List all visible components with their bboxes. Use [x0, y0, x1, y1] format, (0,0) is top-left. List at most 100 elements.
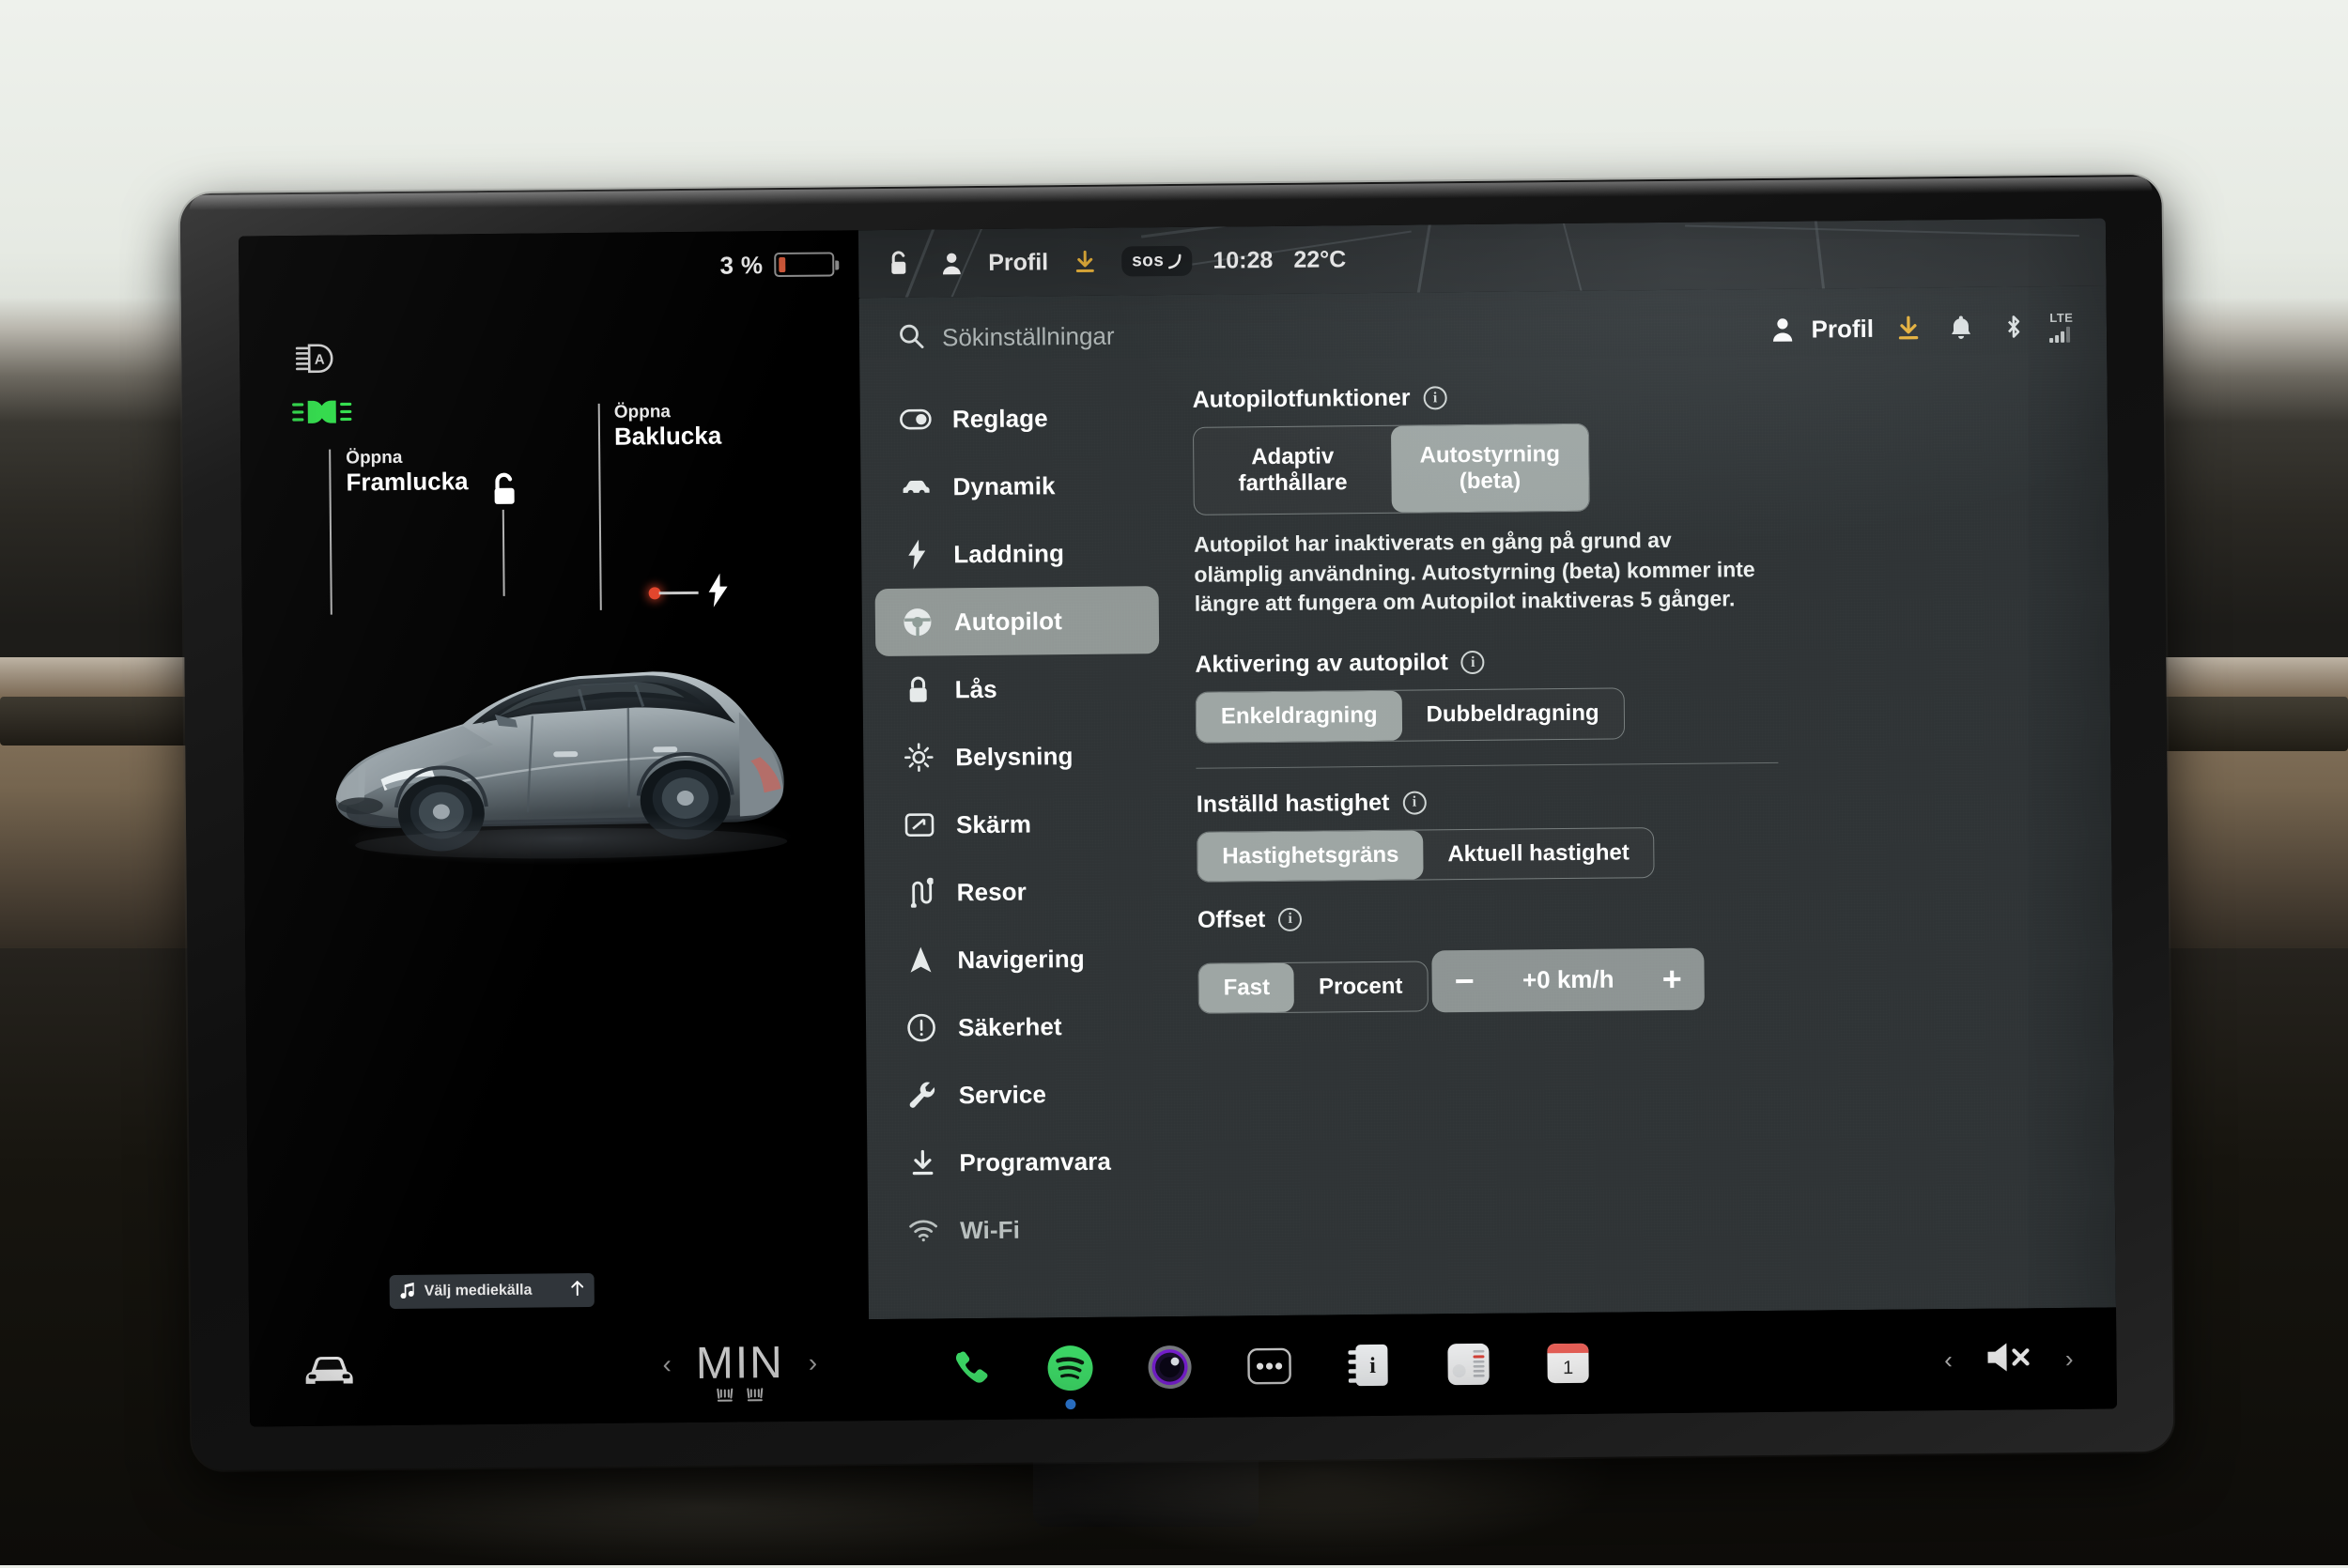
more-icon[interactable] [1243, 1340, 1296, 1393]
battery-icon [774, 252, 834, 277]
sidebar-item-label: Skärm [956, 809, 1031, 839]
unlock-icon[interactable] [487, 470, 521, 515]
settings-panel[interactable]: Sökinställningar Profil [859, 285, 2116, 1319]
arrow-up-icon[interactable] [570, 1280, 585, 1301]
sidebar-item-laddning[interactable]: Laddning [874, 518, 1159, 589]
info-icon[interactable]: i [1402, 791, 1426, 814]
profile-button[interactable]: Profil [1764, 311, 1874, 347]
bolt-icon [901, 538, 933, 570]
auto-highbeam-icon: A [294, 343, 343, 375]
sidebar-item-label: Dynamik [952, 471, 1055, 501]
settings-sidebar[interactable]: Reglage Dynamik [859, 376, 1179, 1319]
trunk-pin-action: Öppna [614, 403, 721, 423]
sidebar-item-label: Programvara [959, 1146, 1111, 1177]
frunk-pin-action: Öppna [346, 448, 468, 469]
bell-icon[interactable] [1943, 310, 1979, 346]
option-hastighetsgrans[interactable]: Hastighetsgräns [1197, 830, 1424, 882]
section-title: Inställd hastighet [1197, 789, 1390, 818]
info-icon[interactable]: i [1423, 386, 1446, 409]
lte-signal-icon[interactable]: LTE [2048, 311, 2075, 343]
volume-control[interactable]: ‹ › [1944, 1308, 2074, 1410]
calendar-icon[interactable]: 1 [1541, 1337, 1595, 1391]
offset-segmented[interactable]: Fast Procent [1197, 961, 1428, 1014]
download-icon[interactable] [1069, 246, 1101, 278]
set-speed-segmented[interactable]: Hastighetsgräns Aktuell hastighet [1197, 827, 1655, 883]
list-app-icon[interactable] [1442, 1338, 1495, 1391]
car-controls-view[interactable]: A Öppna [239, 298, 869, 1325]
sos-button[interactable]: sos [1121, 246, 1193, 277]
seat-heater-row[interactable] [715, 1385, 765, 1407]
car-front-icon[interactable] [301, 1348, 356, 1395]
autopilot-warning-text: Autopilot har inaktiverats en gång på gr… [1194, 525, 1758, 620]
offset-value: +0 km/h [1522, 965, 1614, 995]
bluetooth-icon[interactable] [1996, 309, 2031, 345]
sidebar-item-label: Laddning [953, 539, 1064, 569]
option-aktuell-hastighet[interactable]: Aktuell hastighet [1423, 828, 1654, 880]
vehicle-illustration[interactable] [297, 608, 826, 885]
option-autostyrning-beta[interactable]: Autostyrning (beta) [1391, 424, 1589, 513]
option-adaptiv-farthallare[interactable]: Adaptiv farthållare [1194, 426, 1392, 515]
battery-percent-label: 3 % [719, 251, 763, 280]
search-input[interactable]: Sökinställningar [942, 315, 1748, 352]
sidebar-item-label: Service [959, 1080, 1047, 1110]
sidebar-item-label: Säkerhet [958, 1012, 1062, 1042]
section-title: Offset [1197, 906, 1266, 934]
sidebar-item-sakerhet[interactable]: Säkerhet [879, 992, 1164, 1062]
volume-mute-icon[interactable] [1985, 1339, 2033, 1379]
info-icon[interactable]: i [1461, 651, 1485, 674]
unlock-icon[interactable] [883, 248, 915, 280]
decrement-button[interactable]: − [1455, 964, 1475, 998]
spotify-icon[interactable] [1043, 1342, 1097, 1395]
lightning-bolt-icon[interactable] [705, 574, 730, 612]
media-source-bar[interactable]: Välj mediekälla [390, 1273, 595, 1309]
option-enkeldragning[interactable]: Enkeldragning [1197, 691, 1402, 742]
climate-control[interactable]: ‹ MIN › [662, 1337, 817, 1408]
sidebar-item-label: Wi-Fi [960, 1215, 1020, 1245]
seat-heater-icon[interactable] [745, 1385, 765, 1407]
screen-body: A Öppna [239, 285, 2116, 1325]
sidebar-item-programvara[interactable]: Programvara [880, 1127, 1165, 1197]
sidebar-item-autopilot[interactable]: Autopilot [875, 586, 1160, 656]
bottom-dock[interactable]: ‹ MIN › [249, 1307, 2117, 1426]
chevron-left-icon[interactable]: ‹ [1944, 1345, 1953, 1375]
download-icon[interactable] [1891, 310, 1926, 346]
sidebar-item-wifi[interactable]: Wi-Fi [881, 1194, 1166, 1265]
info-icon[interactable]: i [1278, 908, 1302, 931]
search-icon[interactable] [897, 321, 925, 354]
set-speed-header: Inställd hastighet i [1197, 782, 2074, 818]
chevron-right-icon[interactable]: › [2065, 1344, 2074, 1373]
seat-heater-icon[interactable] [715, 1386, 735, 1407]
person-icon[interactable] [935, 247, 967, 279]
tesla-touchscreen[interactable]: 3 % [239, 218, 2117, 1426]
sidebar-item-navigering[interactable]: Navigering [878, 924, 1163, 994]
sidebar-item-reglage[interactable]: Reglage [873, 383, 1158, 453]
profile-label[interactable]: Profil [988, 249, 1048, 277]
autopilot-activation-segmented[interactable]: Enkeldragning Dubbeldragning [1196, 688, 1625, 744]
chevron-left-icon[interactable]: ‹ [662, 1349, 672, 1379]
phone-icon[interactable] [944, 1343, 997, 1396]
sidebar-item-skarm[interactable]: Skärm [877, 789, 1162, 859]
increment-button[interactable]: + [1662, 962, 1682, 996]
option-dubbeldragning[interactable]: Dubbeldragning [1401, 689, 1623, 741]
offset-stepper[interactable]: − +0 km/h + [1431, 947, 1705, 1012]
sos-label: sos [1132, 251, 1164, 271]
sidebar-item-belysning[interactable]: Belysning [876, 721, 1161, 792]
chevron-right-icon[interactable]: › [809, 1347, 818, 1377]
touchscreen-bezel: 3 % [180, 175, 2174, 1470]
sidebar-item-resor[interactable]: Resor [877, 856, 1162, 927]
camera-icon[interactable] [1143, 1341, 1197, 1394]
autopilot-features-segmented[interactable]: Adaptiv farthållare Autostyrning (beta) [1193, 423, 1590, 515]
sidebar-item-las[interactable]: Lås [875, 653, 1160, 724]
info-notes-icon[interactable]: i [1342, 1339, 1396, 1392]
option-procent[interactable]: Procent [1294, 961, 1428, 1012]
sidebar-item-service[interactable]: Service [879, 1059, 1164, 1130]
clock-label[interactable]: 10:28 [1213, 246, 1273, 274]
dock-apps[interactable]: i [944, 1313, 1595, 1421]
sidebar-item-label: Autopilot [954, 607, 1062, 637]
parking-lights-icon [291, 396, 353, 427]
sidebar-item-dynamik[interactable]: Dynamik [873, 451, 1158, 521]
outside-temp-label[interactable]: 22°C [1293, 246, 1346, 274]
trunk-pin[interactable]: Öppna Baklucka [614, 403, 722, 452]
frunk-pin[interactable]: Öppna Framlucka [346, 448, 469, 497]
option-fast[interactable]: Fast [1198, 963, 1294, 1013]
